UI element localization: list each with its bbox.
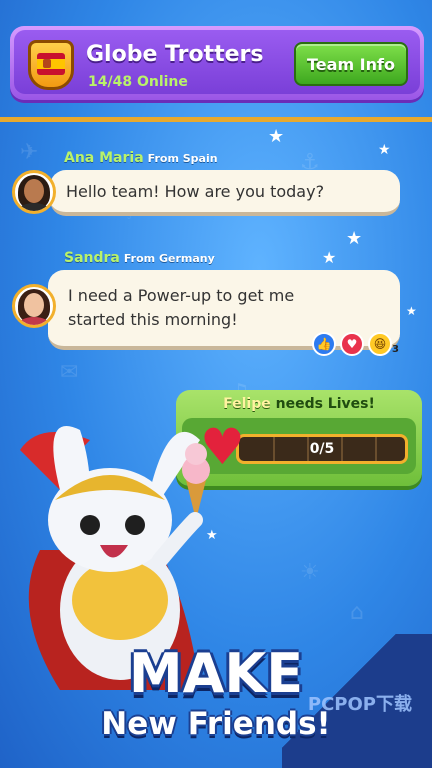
sender-origin: From Germany: [123, 252, 215, 265]
chat-bubble: Hello team! How are you today?: [50, 170, 400, 216]
message-sender: Ana Maria From Spain: [64, 150, 218, 166]
star-icon: ★: [346, 228, 363, 249]
thumbs-up-icon[interactable]: 👍: [312, 332, 336, 356]
message-sender: Sandra From Germany: [64, 250, 215, 266]
message-text: Hello team! How are you today?: [66, 182, 325, 201]
flag-emblem: [43, 59, 51, 68]
avatar-face: [24, 293, 44, 317]
reaction-count: 3: [392, 344, 399, 355]
reaction-bar[interactable]: 👍 ♥ 😆 3: [312, 332, 402, 358]
message-text-line: started this morning!: [68, 310, 238, 329]
team-name: Globe Trotters: [86, 42, 264, 67]
armor-chest: [72, 560, 168, 640]
heart-icon[interactable]: ♥: [340, 332, 364, 356]
ice-cream-scoop: [185, 443, 207, 465]
spain-flag-icon: [37, 53, 65, 75]
team-header: Globe Trotters 14/48 Online Team Info: [10, 26, 424, 100]
message-text-line: I need a Power-up to get me: [68, 286, 295, 305]
team-header-panel: Globe Trotters 14/48 Online Team Info: [14, 30, 420, 94]
laugh-icon[interactable]: 😆: [368, 332, 392, 356]
sender-name: Sandra: [64, 250, 120, 266]
team-info-button[interactable]: Team Info: [294, 42, 408, 86]
lives-request-text: needs Lives!: [275, 396, 375, 412]
avatar-face: [24, 179, 44, 203]
online-count: 14/48 Online: [88, 74, 188, 90]
mascot-eye: [80, 515, 100, 535]
sender-name: Ana Maria: [64, 150, 144, 166]
sender-origin: From Spain: [147, 152, 218, 165]
header-divider: [0, 117, 432, 122]
star-icon: ★: [378, 142, 391, 158]
star-icon: ★: [322, 248, 337, 267]
star-icon: ★: [406, 304, 417, 318]
watermark: PCPOP下载: [307, 694, 412, 715]
team-badge: [28, 40, 74, 90]
mascot-eye: [125, 515, 145, 535]
avatar[interactable]: [12, 170, 56, 214]
star-icon: ★: [268, 126, 285, 147]
avatar[interactable]: [12, 284, 56, 328]
